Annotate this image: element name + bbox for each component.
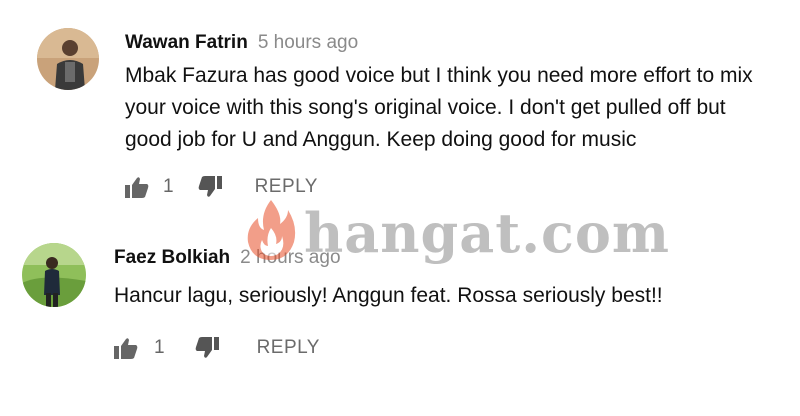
reply-button[interactable]: REPLY [257,337,320,359]
comment-text: Mbak Fazura has good voice but I think y… [125,60,753,156]
comment-actions: 1 REPLY [114,334,320,362]
comment-text-line: Mbak Fazura has good voice but I think y… [125,64,753,87]
comment-author[interactable]: Faez Bolkiah [114,247,230,268]
comment-author[interactable]: Wawan Fatrin [125,32,248,53]
thumbs-up-icon[interactable] [114,337,138,359]
thumbs-down-icon[interactable] [198,176,222,198]
comment-text-line: Hancur lagu, seriously! Anggun feat. Ros… [114,284,663,307]
comment-actions: 1 REPLY [125,173,318,201]
comment-text-line: good job for U and Anggun. Keep doing go… [125,128,637,151]
avatar[interactable] [22,243,86,307]
thumbs-down-icon[interactable] [195,337,219,359]
like-count: 1 [163,176,174,197]
reply-button[interactable]: REPLY [255,176,318,198]
comment-timestamp[interactable]: 2 hours ago [240,247,340,268]
watermark-text: hangat.com [304,200,671,265]
thumbs-up-icon[interactable] [125,176,149,198]
like-count: 1 [154,337,165,358]
avatar[interactable] [37,28,99,90]
comment-text: Hancur lagu, seriously! Anggun feat. Ros… [114,280,663,312]
comment-text-line: your voice with this song's original voi… [125,96,726,119]
comment-timestamp[interactable]: 5 hours ago [258,32,358,53]
